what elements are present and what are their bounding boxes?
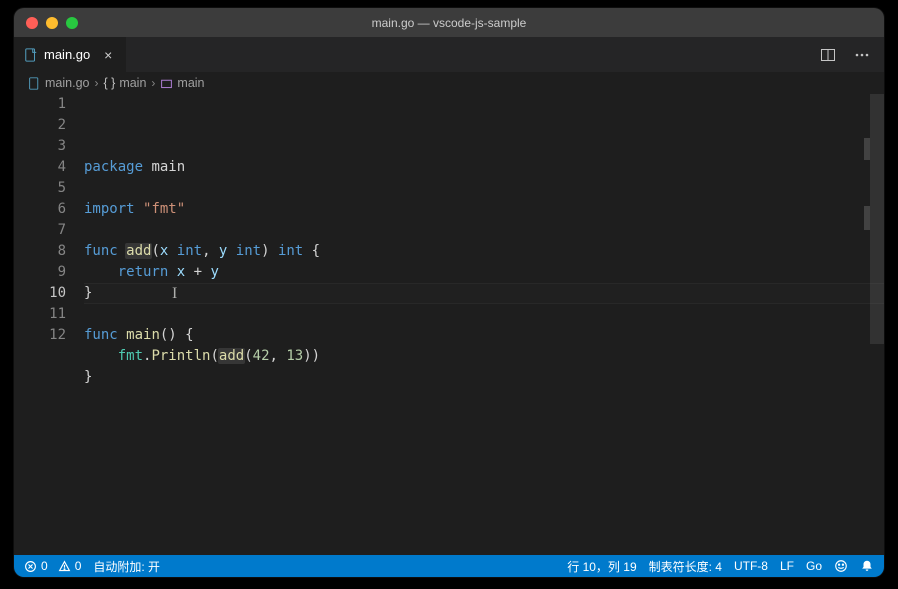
chevron-right-icon: › xyxy=(151,76,155,90)
breadcrumbs[interactable]: main.go › { } main › main xyxy=(14,72,884,94)
traffic-lights xyxy=(26,17,78,29)
line-number[interactable]: 5 xyxy=(14,178,66,199)
warning-count: 0 xyxy=(75,559,82,573)
warning-icon xyxy=(58,560,71,573)
status-language[interactable]: Go xyxy=(806,559,822,573)
code-content[interactable]: package main import "fmt" func add(x int… xyxy=(84,94,884,555)
status-problems[interactable]: 0 0 xyxy=(24,559,81,573)
titlebar[interactable]: main.go — vscode-js-sample xyxy=(14,8,884,37)
code-line[interactable] xyxy=(84,304,884,325)
tab-label: main.go xyxy=(44,47,90,62)
app-window: main.go — vscode-js-sample main.go × mai… xyxy=(14,8,884,577)
error-count: 0 xyxy=(41,559,48,573)
close-window-button[interactable] xyxy=(26,17,38,29)
editor[interactable]: 123456789101112 package main import "fmt… xyxy=(14,94,884,555)
breadcrumb-namespace[interactable]: main xyxy=(119,76,146,90)
tab-main-go[interactable]: main.go × xyxy=(14,37,127,72)
line-number[interactable]: 10 xyxy=(14,283,66,304)
window-title: main.go — vscode-js-sample xyxy=(14,16,884,30)
code-line[interactable] xyxy=(84,220,884,241)
function-icon xyxy=(160,77,173,90)
code-line[interactable]: func main() { xyxy=(84,325,884,346)
tab-bar: main.go × xyxy=(14,37,884,72)
code-line[interactable]: import "fmt" xyxy=(84,199,884,220)
line-number[interactable]: 8 xyxy=(14,241,66,262)
breadcrumb-file[interactable]: main.go xyxy=(45,76,89,90)
line-number[interactable]: 12 xyxy=(14,325,66,346)
go-file-icon xyxy=(28,77,41,90)
close-tab-button[interactable]: × xyxy=(100,47,116,63)
code-line[interactable] xyxy=(84,178,884,199)
error-icon xyxy=(24,560,37,573)
code-line[interactable]: func add(x int, y int) int { xyxy=(84,241,884,262)
more-actions-button[interactable] xyxy=(852,45,872,65)
go-file-icon xyxy=(24,48,38,62)
maximize-window-button[interactable] xyxy=(66,17,78,29)
line-number[interactable]: 1 xyxy=(14,94,66,115)
minimize-window-button[interactable] xyxy=(46,17,58,29)
code-line[interactable]: } xyxy=(84,283,884,304)
split-editor-button[interactable] xyxy=(818,45,838,65)
breadcrumb-function[interactable]: main xyxy=(177,76,204,90)
notifications-button[interactable] xyxy=(860,559,874,573)
status-line-col[interactable]: 行 10，列 19 xyxy=(567,558,636,575)
line-number[interactable]: 6 xyxy=(14,199,66,220)
vertical-scrollbar[interactable] xyxy=(870,94,884,555)
scrollbar-thumb[interactable] xyxy=(870,94,884,344)
tab-actions xyxy=(806,37,884,72)
feedback-button[interactable] xyxy=(834,559,848,573)
line-number-gutter[interactable]: 123456789101112 xyxy=(14,94,84,555)
code-line[interactable] xyxy=(84,388,884,409)
status-tab-size[interactable]: 制表符长度: 4 xyxy=(649,558,722,575)
line-number[interactable]: 9 xyxy=(14,262,66,283)
code-line[interactable]: fmt.Println(add(42, 13)) xyxy=(84,346,884,367)
line-number[interactable]: 7 xyxy=(14,220,66,241)
line-number[interactable]: 11 xyxy=(14,304,66,325)
line-number[interactable]: 4 xyxy=(14,157,66,178)
code-line[interactable]: return x + y xyxy=(84,262,884,283)
namespace-icon: { } xyxy=(103,76,115,90)
chevron-right-icon: › xyxy=(94,76,98,90)
line-number[interactable]: 3 xyxy=(14,136,66,157)
status-bar: 0 0 自动附加: 开 行 10，列 19 制表符长度: 4 UTF-8 LF … xyxy=(14,555,884,577)
status-encoding[interactable]: UTF-8 xyxy=(734,559,768,573)
status-eol[interactable]: LF xyxy=(780,559,794,573)
status-auto-attach[interactable]: 自动附加: 开 xyxy=(93,558,160,575)
code-line[interactable]: } xyxy=(84,367,884,388)
code-line[interactable]: package main xyxy=(84,157,884,178)
line-number[interactable]: 2 xyxy=(14,115,66,136)
